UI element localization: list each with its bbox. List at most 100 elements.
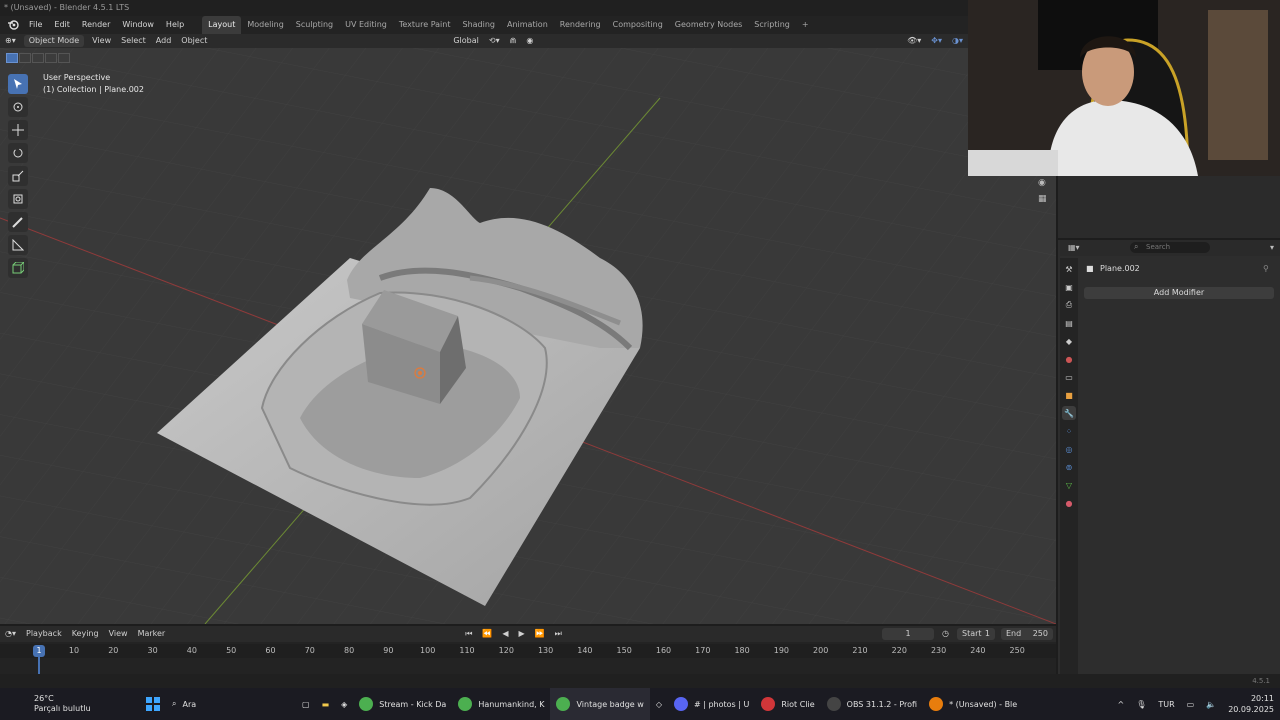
transform-icon[interactable] <box>8 189 28 209</box>
menu-object[interactable]: Object <box>176 34 212 48</box>
menu-view[interactable]: View <box>104 627 133 641</box>
tab-rendering[interactable]: Rendering <box>554 16 607 34</box>
snap-icon[interactable]: ⋒ <box>505 34 522 48</box>
current-frame-field[interactable]: 1 <box>882 628 935 640</box>
playhead[interactable]: 1 <box>33 645 45 657</box>
orientation-select[interactable]: Global <box>448 34 484 48</box>
editor-type-icon[interactable]: ◔▾ <box>0 627 21 641</box>
select-extend-icon[interactable] <box>19 53 31 63</box>
add-modifier-button[interactable]: Add Modifier <box>1084 287 1274 299</box>
menu-edit[interactable]: Edit <box>48 16 76 34</box>
menu-view[interactable]: View <box>87 34 116 48</box>
search-input[interactable]: Search <box>1130 242 1210 253</box>
taskbar-app-obs[interactable]: OBS 31.1.2 - Profi <box>821 688 923 720</box>
task-view-icon[interactable]: ▢ <box>296 688 316 720</box>
tab-layout[interactable]: Layout <box>202 16 242 34</box>
tab-scripting[interactable]: Scripting <box>748 16 796 34</box>
tab-texture-paint[interactable]: Texture Paint <box>393 16 457 34</box>
collection-tab-icon[interactable]: ▭ <box>1062 370 1076 384</box>
material-tab-icon[interactable]: ● <box>1062 496 1076 510</box>
tab-geometry-nodes[interactable]: Geometry Nodes <box>669 16 748 34</box>
visibility-icon[interactable]: 👁▾ <box>902 34 926 48</box>
modifier-tab-icon[interactable]: 🔧 <box>1062 406 1076 420</box>
proportional-edit-icon[interactable]: ◉ <box>521 34 538 48</box>
menu-help[interactable]: Help <box>160 16 190 34</box>
particles-tab-icon[interactable]: ⁘ <box>1062 424 1076 438</box>
data-tab-icon[interactable]: ▽ <box>1062 478 1076 492</box>
cursor-icon[interactable] <box>8 97 28 117</box>
taskbar-app-chrome-1[interactable]: Stream - Kick Da <box>353 688 452 720</box>
menu-playback[interactable]: Playback <box>21 627 67 641</box>
tool-tab-icon[interactable]: ⚒ <box>1062 262 1076 276</box>
constraints-tab-icon[interactable]: ⊚ <box>1062 460 1076 474</box>
render-tab-icon[interactable]: ▣ <box>1062 280 1076 294</box>
menu-window[interactable]: Window <box>116 16 160 34</box>
menu-render[interactable]: Render <box>76 16 116 34</box>
blender-logo-icon[interactable] <box>6 18 20 32</box>
tab-sculpting[interactable]: Sculpting <box>290 16 339 34</box>
select-box-icon[interactable] <box>8 74 28 94</box>
tab-shading[interactable]: Shading <box>456 16 501 34</box>
grid-view-icon[interactable]: ▦ <box>1038 194 1052 208</box>
start-button[interactable] <box>140 688 166 720</box>
rotate-icon[interactable] <box>8 143 28 163</box>
move-icon[interactable] <box>8 120 28 140</box>
add-workspace-button[interactable]: + <box>796 16 815 34</box>
menu-keying[interactable]: Keying <box>67 627 104 641</box>
scene-tab-icon[interactable]: ◆ <box>1062 334 1076 348</box>
steam-icon[interactable]: ◈ <box>335 688 353 720</box>
tab-uv-editing[interactable]: UV Editing <box>339 16 393 34</box>
object-tab-icon[interactable]: ■ <box>1062 388 1076 402</box>
microphone-icon[interactable]: 🎙 <box>1130 688 1152 720</box>
language-indicator[interactable]: TUR <box>1152 688 1180 720</box>
select-intersect-icon[interactable] <box>58 53 70 63</box>
mode-select[interactable]: Object Mode <box>23 35 85 47</box>
camera-view-icon[interactable]: ◉ <box>1038 178 1052 192</box>
play-icon[interactable]: ▶ <box>514 627 530 641</box>
menu-marker[interactable]: Marker <box>133 627 171 641</box>
select-new-icon[interactable] <box>6 53 18 63</box>
weather-widget[interactable]: 26°C Parçalı bulutlu <box>0 688 140 720</box>
tab-modeling[interactable]: Modeling <box>241 16 289 34</box>
next-key-icon[interactable]: ⏩ <box>530 627 550 641</box>
search-box[interactable]: ⌕ Ara <box>166 688 296 720</box>
annotate-icon[interactable] <box>8 212 28 232</box>
network-icon[interactable]: ▭ <box>1181 688 1201 720</box>
options-chevron-icon[interactable]: ▾ <box>1270 243 1274 252</box>
pin-icon[interactable]: ⚲ <box>1263 264 1269 273</box>
measure-icon[interactable] <box>8 235 28 255</box>
prev-key-icon[interactable]: ⏪ <box>477 627 497 641</box>
volume-icon[interactable]: 🔈 <box>1200 688 1222 720</box>
tray-chevron-icon[interactable]: ^ <box>1111 688 1130 720</box>
view-layer-tab-icon[interactable]: ▤ <box>1062 316 1076 330</box>
start-frame-field[interactable]: Start 1 <box>957 628 995 640</box>
jump-start-icon[interactable]: ⏮ <box>460 627 477 641</box>
overlay-icon[interactable]: ◑▾ <box>947 34 968 48</box>
output-tab-icon[interactable]: ⎙ <box>1062 298 1076 312</box>
play-reverse-icon[interactable]: ◀ <box>497 627 513 641</box>
jump-end-icon[interactable]: ⏭ <box>550 627 567 641</box>
scale-icon[interactable] <box>8 166 28 186</box>
physics-tab-icon[interactable]: ◎ <box>1062 442 1076 456</box>
pivot-icon[interactable]: ⟲▾ <box>484 34 505 48</box>
world-tab-icon[interactable]: ● <box>1062 352 1076 366</box>
end-frame-field[interactable]: End 250 <box>1001 628 1053 640</box>
taskbar-app-chrome-3[interactable]: Vintage badge w <box>550 688 650 720</box>
add-cube-icon[interactable] <box>8 258 28 278</box>
taskbar-app-riot[interactable]: Riot Clie <box>755 688 820 720</box>
3d-viewport[interactable] <box>0 48 1056 624</box>
file-explorer-icon[interactable]: ▬ <box>316 688 336 720</box>
gizmo-icon[interactable]: ✥▾ <box>926 34 947 48</box>
select-invert-icon[interactable] <box>45 53 57 63</box>
editor-type-icon[interactable]: ⊕▾ <box>0 34 21 48</box>
tab-compositing[interactable]: Compositing <box>607 16 669 34</box>
select-subtract-icon[interactable] <box>32 53 44 63</box>
vscode-icon[interactable]: ◇ <box>650 688 668 720</box>
editor-type-icon[interactable]: ▦▾ <box>1068 243 1080 252</box>
menu-file[interactable]: File <box>23 16 48 34</box>
menu-add[interactable]: Add <box>151 34 177 48</box>
tab-animation[interactable]: Animation <box>501 16 554 34</box>
taskbar-app-chrome-2[interactable]: Hanumankind, K <box>452 688 550 720</box>
menu-select[interactable]: Select <box>116 34 151 48</box>
taskbar-app-discord[interactable]: # | photos | U <box>668 688 755 720</box>
